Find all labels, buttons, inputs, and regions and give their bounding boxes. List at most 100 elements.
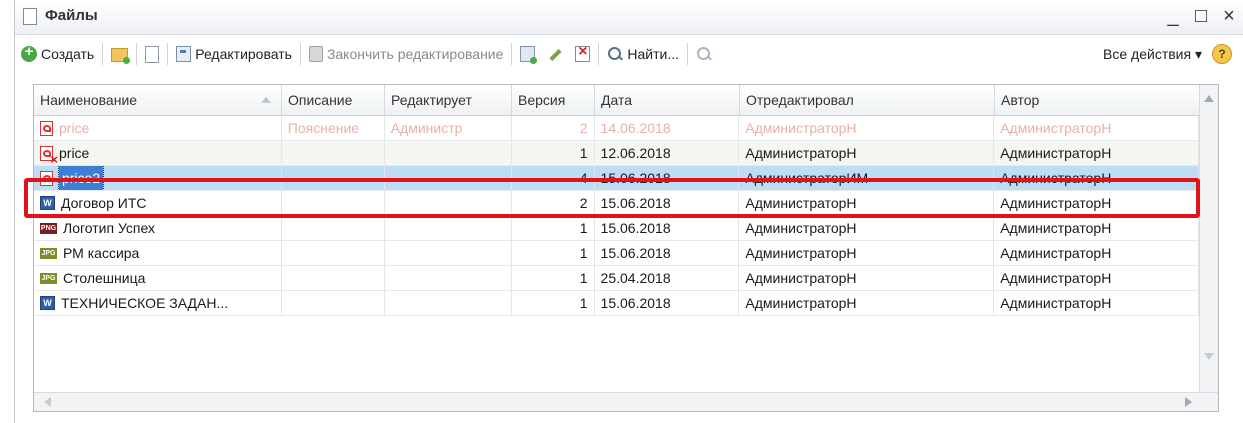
cell-description[interactable] xyxy=(282,241,385,265)
table-row[interactable]: price2 4 15.06.2018 АдминистраторИМ Админист… xyxy=(34,166,1200,191)
cell-description[interactable] xyxy=(282,141,385,165)
scroll-up-icon[interactable] xyxy=(1204,95,1214,102)
cell-editing[interactable] xyxy=(385,266,512,290)
scroll-left-icon[interactable] xyxy=(44,397,51,407)
cell-author[interactable]: АдминистраторН xyxy=(994,291,1200,315)
cell-description[interactable] xyxy=(282,266,385,290)
column-header-edited-by[interactable]: Отредактировал xyxy=(740,85,995,115)
table-row[interactable]: price112.06.2018АдминистраторНАдминистра… xyxy=(34,141,1200,166)
cell-version[interactable]: 2 xyxy=(512,191,595,215)
cell-name[interactable]: price xyxy=(34,116,282,140)
maximize-button[interactable]: □ xyxy=(1192,4,1210,28)
cell-name[interactable]: price xyxy=(34,141,282,165)
cell-editing[interactable] xyxy=(385,241,512,265)
cell-version[interactable]: 1 xyxy=(512,216,595,240)
open-file-button[interactable] xyxy=(139,42,165,66)
column-header-editing[interactable]: Редактирует xyxy=(385,85,512,115)
cell-version[interactable]: 1 xyxy=(512,291,595,315)
cell-date[interactable]: 15.06.2018 xyxy=(595,191,740,215)
delete-button[interactable] xyxy=(569,42,596,66)
cell-edited-by[interactable]: АдминистраторН xyxy=(739,116,995,140)
edit-button[interactable]: Редактировать xyxy=(170,42,298,66)
cell-date[interactable]: 14.06.2018 xyxy=(595,116,740,140)
cell-edited-by[interactable]: АдминистраторН xyxy=(739,241,995,265)
cell-name[interactable]: JPG РМ кассира xyxy=(34,241,282,265)
scroll-right-icon[interactable] xyxy=(1185,397,1192,407)
table-row[interactable]: W ТЕХНИЧЕСКОЕ ЗАДАН... 1 15.06.2018 Админист… xyxy=(34,291,1200,316)
cancel-search-button[interactable] xyxy=(690,42,718,66)
cell-version[interactable]: 1 xyxy=(512,141,595,165)
cell-name[interactable]: PNG Логотип Успех xyxy=(34,216,282,240)
all-actions-menu[interactable]: Все действия ▾ xyxy=(1103,46,1202,63)
cell-name[interactable]: price2 xyxy=(34,166,282,190)
cell-edited-by[interactable]: АдминистраторН xyxy=(739,266,995,290)
table-row[interactable]: price Пояснение Администр 2 14.06.2018 Админи… xyxy=(34,116,1200,141)
vertical-scrollbar[interactable] xyxy=(1199,85,1218,393)
cell-editing[interactable]: Администр xyxy=(385,116,512,140)
save-changes-button[interactable] xyxy=(514,42,541,66)
close-button[interactable]: × xyxy=(1220,4,1238,28)
cell-version[interactable]: 1 xyxy=(512,266,595,290)
horizontal-scrollbar[interactable] xyxy=(34,392,1218,411)
cell-editing[interactable] xyxy=(385,216,512,240)
cell-description[interactable] xyxy=(282,291,385,315)
cell-name[interactable]: W ТЕХНИЧЕСКОЕ ЗАДАН... xyxy=(34,291,282,315)
cell-editing[interactable] xyxy=(385,141,512,165)
cell-date[interactable]: 15.06.2018 xyxy=(595,166,740,190)
toolbar-separator xyxy=(598,43,600,65)
cell-author[interactable]: АдминистраторН xyxy=(994,166,1200,190)
cell-edited-by[interactable]: АдминистраторН xyxy=(739,216,995,240)
cell-date[interactable]: 15.06.2018 xyxy=(595,291,740,315)
column-header-version[interactable]: Версия xyxy=(512,85,595,115)
toolbar-separator xyxy=(299,43,301,65)
file-name: price xyxy=(59,120,90,136)
cell-author[interactable]: АдминистраторН xyxy=(994,191,1200,215)
cell-name[interactable]: JPG Столешница xyxy=(34,266,282,290)
table-row[interactable]: W Договор ИТС 2 15.06.2018 АдминистраторН Адм… xyxy=(34,191,1200,216)
cell-date[interactable]: 25.04.2018 xyxy=(595,266,740,290)
scroll-down-icon[interactable] xyxy=(1204,353,1214,360)
column-header-description[interactable]: Описание xyxy=(282,85,385,115)
rename-button[interactable] xyxy=(541,42,569,66)
cell-author[interactable]: АдминистраторН xyxy=(994,216,1200,240)
find-label: Найти... xyxy=(627,46,680,62)
cell-edited-by[interactable]: АдминистраторН xyxy=(739,191,995,215)
cell-edited-by[interactable]: АдминистраторН xyxy=(739,291,995,315)
create-folder-button[interactable] xyxy=(105,42,134,66)
create-button[interactable]: Создать xyxy=(15,42,100,66)
cell-editing[interactable] xyxy=(385,166,512,190)
title-bar: Файлы _ □ × xyxy=(15,0,1243,35)
cell-author[interactable]: АдминистраторН xyxy=(994,241,1200,265)
cell-description[interactable] xyxy=(282,216,385,240)
cell-name[interactable]: W Договор ИТС xyxy=(34,191,282,215)
cell-version[interactable]: 2 xyxy=(512,116,595,140)
table-row[interactable]: PNG Логотип Успех 1 15.06.2018 Администратор… xyxy=(34,216,1200,241)
help-icon[interactable]: ? xyxy=(1212,44,1232,64)
cell-version[interactable]: 4 xyxy=(512,166,595,190)
cell-version[interactable]: 1 xyxy=(512,241,595,265)
cell-date[interactable]: 15.06.2018 xyxy=(595,241,740,265)
finish-editing-button[interactable]: Закончить редактирование xyxy=(303,42,509,66)
cell-editing[interactable] xyxy=(385,291,512,315)
column-header-author[interactable]: Автор xyxy=(995,85,1200,115)
jpg-file-icon: JPG xyxy=(40,247,57,259)
finish-edit-icon xyxy=(308,46,323,62)
cell-date[interactable]: 15.06.2018 xyxy=(595,216,740,240)
cell-description[interactable] xyxy=(282,191,385,215)
column-header-label: Наименование xyxy=(40,92,138,108)
cell-author[interactable]: АдминистраторН xyxy=(994,266,1200,290)
cell-author[interactable]: АдминистраторН xyxy=(994,116,1200,140)
column-header-name[interactable]: Наименование xyxy=(34,85,282,115)
cell-editing[interactable] xyxy=(385,191,512,215)
cell-date[interactable]: 12.06.2018 xyxy=(595,141,740,165)
table-row[interactable]: JPG РМ кассира 1 15.06.2018 АдминистраторН Ад… xyxy=(34,241,1200,266)
cell-edited-by[interactable]: АдминистраторИМ xyxy=(739,166,995,190)
cell-description[interactable] xyxy=(282,166,385,190)
table-row[interactable]: JPG Столешница 1 25.04.2018 АдминистраторН Ад… xyxy=(34,266,1200,291)
find-button[interactable]: Найти... xyxy=(601,42,685,66)
column-header-date[interactable]: Дата xyxy=(595,85,740,115)
cell-author[interactable]: АдминистраторН xyxy=(994,141,1200,165)
cell-edited-by[interactable]: АдминистраторН xyxy=(739,141,995,165)
cell-description[interactable]: Пояснение xyxy=(282,116,385,140)
minimize-button[interactable]: _ xyxy=(1164,4,1182,28)
